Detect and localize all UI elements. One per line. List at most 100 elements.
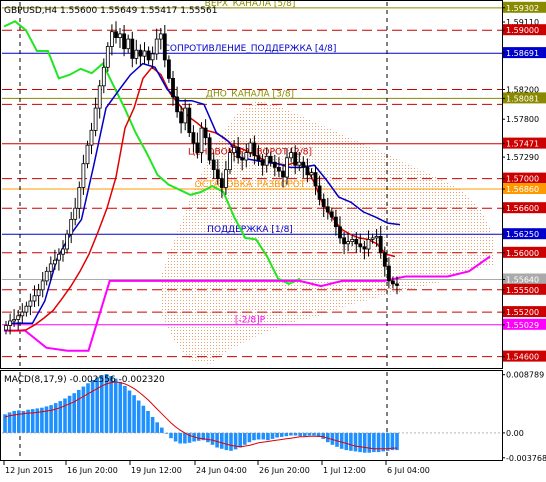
macd-bar [206,432,210,443]
level-label: ВЕРХ_КАНАЛА [5/8] [205,0,296,9]
macd-bar [233,432,238,450]
candle-body [81,163,86,188]
candle-body [374,235,379,239]
candle-body [154,38,159,55]
candle-body [248,142,253,154]
candle-body [215,169,220,179]
candle-body [236,146,241,159]
candle-body [122,33,126,50]
candle-body [32,295,37,302]
macd-bar [215,432,219,448]
candle-body [244,152,249,161]
candle-body [191,132,196,144]
price-label: 1.55200 [506,308,539,317]
macd-axis-label: 0.00 [506,429,524,438]
candle-body [272,161,277,168]
macd-bar [210,432,215,445]
candle-body [183,107,188,124]
macd-bar [127,390,132,433]
candle-body [12,319,17,322]
candle-body [24,305,29,313]
price-chart-svg[interactable]: ВЕРХ_КАНАЛА [5/8] СОПРОТИВЛЕНИЕ_ПОДДЕРЖКА… [0,0,546,478]
price-label: 1.56860 [506,185,539,194]
macd-bar [238,432,242,448]
macd-bar [146,411,150,433]
candle-body [362,246,367,250]
macd-bar [353,432,358,452]
price-label: 1.58081 [506,94,539,103]
candle-body [207,137,212,161]
candle-body [333,216,338,228]
macd-bar [270,432,275,439]
macd-bar [77,389,81,433]
symbol-header: GBPUSD,H4 1.55600 1.55649 1.55417 1.5556… [4,6,217,16]
candle-body [338,226,342,239]
macd-bar [196,432,201,441]
candle-body [390,280,395,285]
candle-body [4,325,8,331]
candle-body [89,129,94,146]
candle-body [232,146,237,153]
macd-bar [86,383,90,433]
macd-bar [256,432,261,440]
macd-bar [358,432,362,453]
price-label: 1.58691 [506,49,539,58]
macd-bar [229,432,233,451]
candle-body [57,253,61,261]
macd-bar [261,432,266,440]
price-label: 1.59302 [506,4,539,13]
candle-body [285,157,289,178]
candle-body [118,33,122,39]
candle-body [203,127,208,139]
candle-body [114,31,118,39]
candle-body [378,235,383,254]
price-label: 1.59000 [506,26,539,35]
candle-body [73,207,78,220]
candle-body [293,152,298,166]
macd-bar [395,432,399,451]
candle-body [44,270,49,282]
candle-body [228,152,232,171]
price-label: 1.57800 [506,115,539,124]
macd-bar [279,432,284,437]
candle-body [211,159,216,171]
macd-bar [224,432,229,451]
candle-body [65,233,69,250]
candle-body [358,243,363,248]
macd-bar [243,432,247,445]
macd-axis-label: -0.003768 [506,454,546,463]
macd-bar [362,432,367,453]
candle-body [138,49,143,57]
macd-bar [298,432,302,437]
macd-bar [372,432,376,453]
candle-body [77,187,82,209]
candle-body [146,50,151,61]
candle-body [317,185,322,200]
time-label: 16 Jun 20:00 [67,466,118,475]
macd-bar [67,395,72,433]
macd-bar [289,432,293,436]
candle-body [309,172,314,176]
macd-title: MACD(8,17,9) -0.002556 -0.002320 [4,375,165,385]
macd-bar [339,432,344,449]
candle-body [386,265,391,282]
macd-bar [173,432,178,442]
candle-body [150,53,155,61]
macd-bar [90,380,95,433]
candle-body [187,107,192,133]
price-label: 1.57471 [506,140,539,149]
candle-body [350,238,355,242]
candle-body [28,300,33,307]
candle-body [134,49,139,59]
macd-bar [293,432,298,436]
macd-bar [247,432,252,443]
macd-bar [321,432,325,439]
price-label: 1.56250 [506,230,539,239]
chart-window[interactable]: ВЕРХ_КАНАЛА [5/8] СОПРОТИВЛЕНИЕ_ПОДДЕРЖКА… [0,0,546,478]
macd-axis-label: 0.008789 [506,371,544,380]
macd-bar [53,403,58,433]
candle-body [354,238,359,245]
macd-bar [63,398,67,433]
candle-body [53,259,57,265]
macd-bar [367,432,372,453]
